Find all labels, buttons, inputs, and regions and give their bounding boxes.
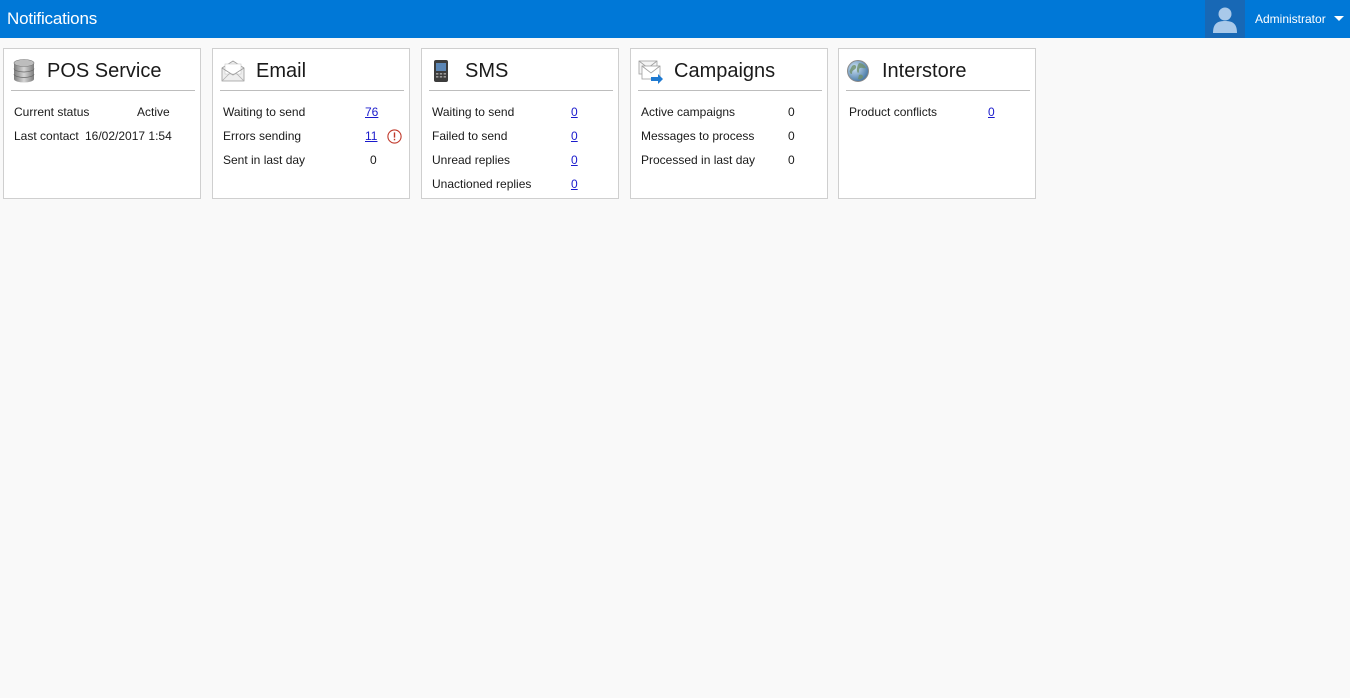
errors-sending-label: Errors sending [223,129,302,143]
card-rows: Waiting to send 0 Failed to send 0 Unrea… [432,101,612,197]
waiting-to-send-link[interactable]: 76 [365,105,378,119]
unactioned-replies-link[interactable]: 0 [571,177,578,191]
processed-last-day-value: 0 [788,153,795,167]
card-email: Email Waiting to send 76 Errors sending … [212,48,410,199]
waiting-to-send-row: Waiting to send 0 [432,101,612,125]
card-rows: Active campaigns 0 Messages to process 0… [641,101,821,173]
card-sms: SMS Waiting to send 0 Failed to send 0 U… [421,48,619,199]
card-header: SMS [429,57,613,91]
card-pos-service: POS Service Current status Active Last c… [3,48,201,199]
failed-to-send-row: Failed to send 0 [432,125,612,149]
campaign-send-icon [638,58,664,84]
unread-replies-label: Unread replies [432,153,511,167]
card-interstore: Interstore Product conflicts 0 [838,48,1036,199]
user-name[interactable]: Administrator [1255,12,1326,26]
failed-to-send-link[interactable]: 0 [571,129,578,143]
processed-last-day-row: Processed in last day 0 [641,149,821,173]
last-contact-value: 16/02/2017 1:54 [85,129,172,143]
waiting-to-send-row: Waiting to send 76 [223,101,403,125]
page-title: Notifications [7,9,97,28]
card-rows: Product conflicts 0 [849,101,1029,125]
globe-icon [846,58,872,84]
processed-last-day-label: Processed in last day [641,153,756,167]
card-header: POS Service [11,57,195,91]
waiting-to-send-label: Waiting to send [432,105,515,119]
error-alert-icon [387,129,402,144]
status-value: Active [137,105,170,119]
failed-to-send-label: Failed to send [432,129,508,143]
card-title: Interstore [882,60,967,82]
unread-replies-link[interactable]: 0 [571,153,578,167]
mobile-phone-icon [429,58,455,84]
errors-sending-link[interactable]: 11 [365,129,377,143]
active-campaigns-row: Active campaigns 0 [641,101,821,125]
product-conflicts-link[interactable]: 0 [988,105,995,119]
status-label: Current status [14,105,90,119]
messages-to-process-row: Messages to process 0 [641,125,821,149]
unactioned-replies-row: Unactioned replies 0 [432,173,612,197]
active-campaigns-value: 0 [788,105,795,119]
last-contact-row: Last contact 16/02/2017 1:54 [14,125,194,149]
chevron-down-icon[interactable] [1334,16,1344,21]
user-menu[interactable]: Administrator [1205,0,1350,38]
last-contact-label: Last contact [14,129,79,143]
database-icon [11,58,37,84]
active-campaigns-label: Active campaigns [641,105,736,119]
waiting-to-send-link[interactable]: 0 [571,105,578,119]
card-rows: Current status Active Last contact 16/02… [14,101,194,149]
messages-to-process-label: Messages to process [641,129,755,143]
card-rows: Waiting to send 76 Errors sending 11 Sen… [223,101,403,173]
product-conflicts-row: Product conflicts 0 [849,101,1029,125]
product-conflicts-label: Product conflicts [849,105,938,119]
top-bar: Notifications Administrator [0,0,1350,38]
envelope-icon [220,58,246,84]
card-title: Campaigns [674,60,776,82]
card-header: Campaigns [638,57,822,91]
sent-last-day-label: Sent in last day [223,153,306,167]
errors-sending-row: Errors sending 11 [223,125,403,149]
card-campaigns: Campaigns Active campaigns 0 Messages to… [630,48,828,199]
sent-last-day-value: 0 [370,153,377,167]
card-title: SMS [465,60,509,82]
user-avatar-icon[interactable] [1205,0,1245,38]
unread-replies-row: Unread replies 0 [432,149,612,173]
card-header: Interstore [846,57,1030,91]
card-title: POS Service [47,60,162,82]
sent-last-day-row: Sent in last day 0 [223,149,403,173]
waiting-to-send-label: Waiting to send [223,105,306,119]
messages-to-process-value: 0 [788,129,795,143]
status-row: Current status Active [14,101,194,125]
card-header: Email [220,57,404,91]
card-title: Email [256,60,307,82]
unactioned-replies-label: Unactioned replies [432,177,532,191]
